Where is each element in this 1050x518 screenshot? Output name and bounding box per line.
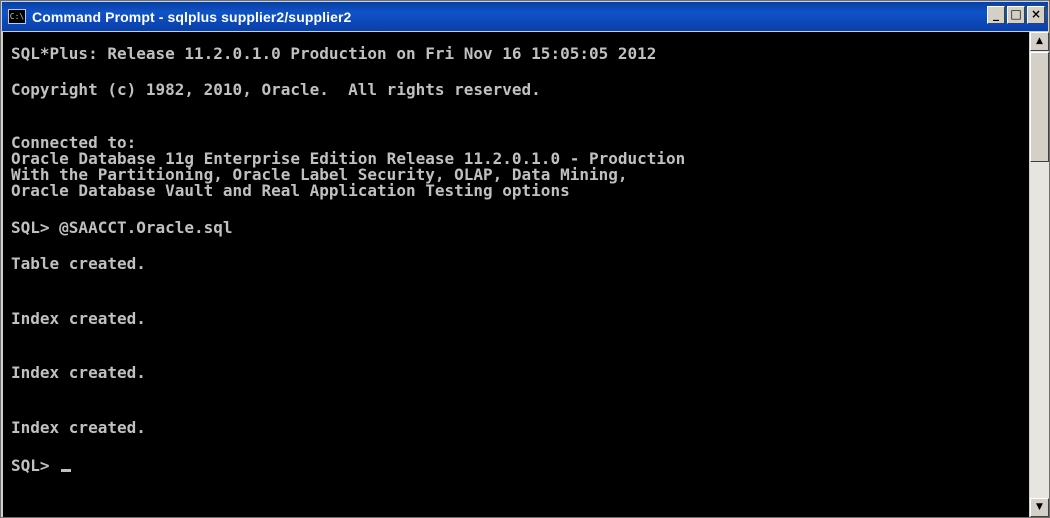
sql-prompt: SQL>	[11, 456, 60, 475]
copyright-line: Copyright (c) 1982, 2010, Oracle. All ri…	[11, 80, 541, 99]
vertical-scrollbar[interactable]: ▲ ▼	[1030, 32, 1049, 517]
maximize-button[interactable]: □	[1007, 6, 1025, 24]
database-options-line: Oracle Database Vault and Real Applicati…	[11, 181, 570, 200]
scrollbar-thumb[interactable]	[1030, 52, 1049, 162]
command-line: SQL> @SAACCT.Oracle.sql	[11, 218, 233, 237]
window-title: Command Prompt - sqlplus supplier2/suppl…	[32, 8, 352, 25]
output-line: Table created.	[11, 254, 146, 273]
output-line: Index created.	[11, 363, 146, 382]
output-line: Index created.	[11, 309, 146, 328]
sqlplus-banner: SQL*Plus: Release 11.2.0.1.0 Production …	[11, 44, 657, 63]
command-prompt-window: C:\ Command Prompt - sqlplus supplier2/s…	[0, 0, 1050, 518]
text-cursor	[61, 469, 72, 472]
console-icon[interactable]: C:\	[8, 9, 26, 24]
minimize-button[interactable]: _	[987, 6, 1005, 24]
scroll-down-arrow-icon[interactable]: ▼	[1030, 498, 1049, 517]
title-bar[interactable]: C:\ Command Prompt - sqlplus supplier2/s…	[2, 2, 1048, 31]
scroll-up-arrow-icon[interactable]: ▲	[1030, 32, 1049, 51]
close-button[interactable]: ×	[1027, 6, 1045, 24]
console-output[interactable]: SQL*Plus: Release 11.2.0.1.0 Production …	[3, 32, 1029, 517]
output-line: Index created.	[11, 418, 146, 437]
input-prompt-line[interactable]: SQL>	[11, 456, 72, 475]
window-controls: _ □ ×	[987, 6, 1045, 24]
